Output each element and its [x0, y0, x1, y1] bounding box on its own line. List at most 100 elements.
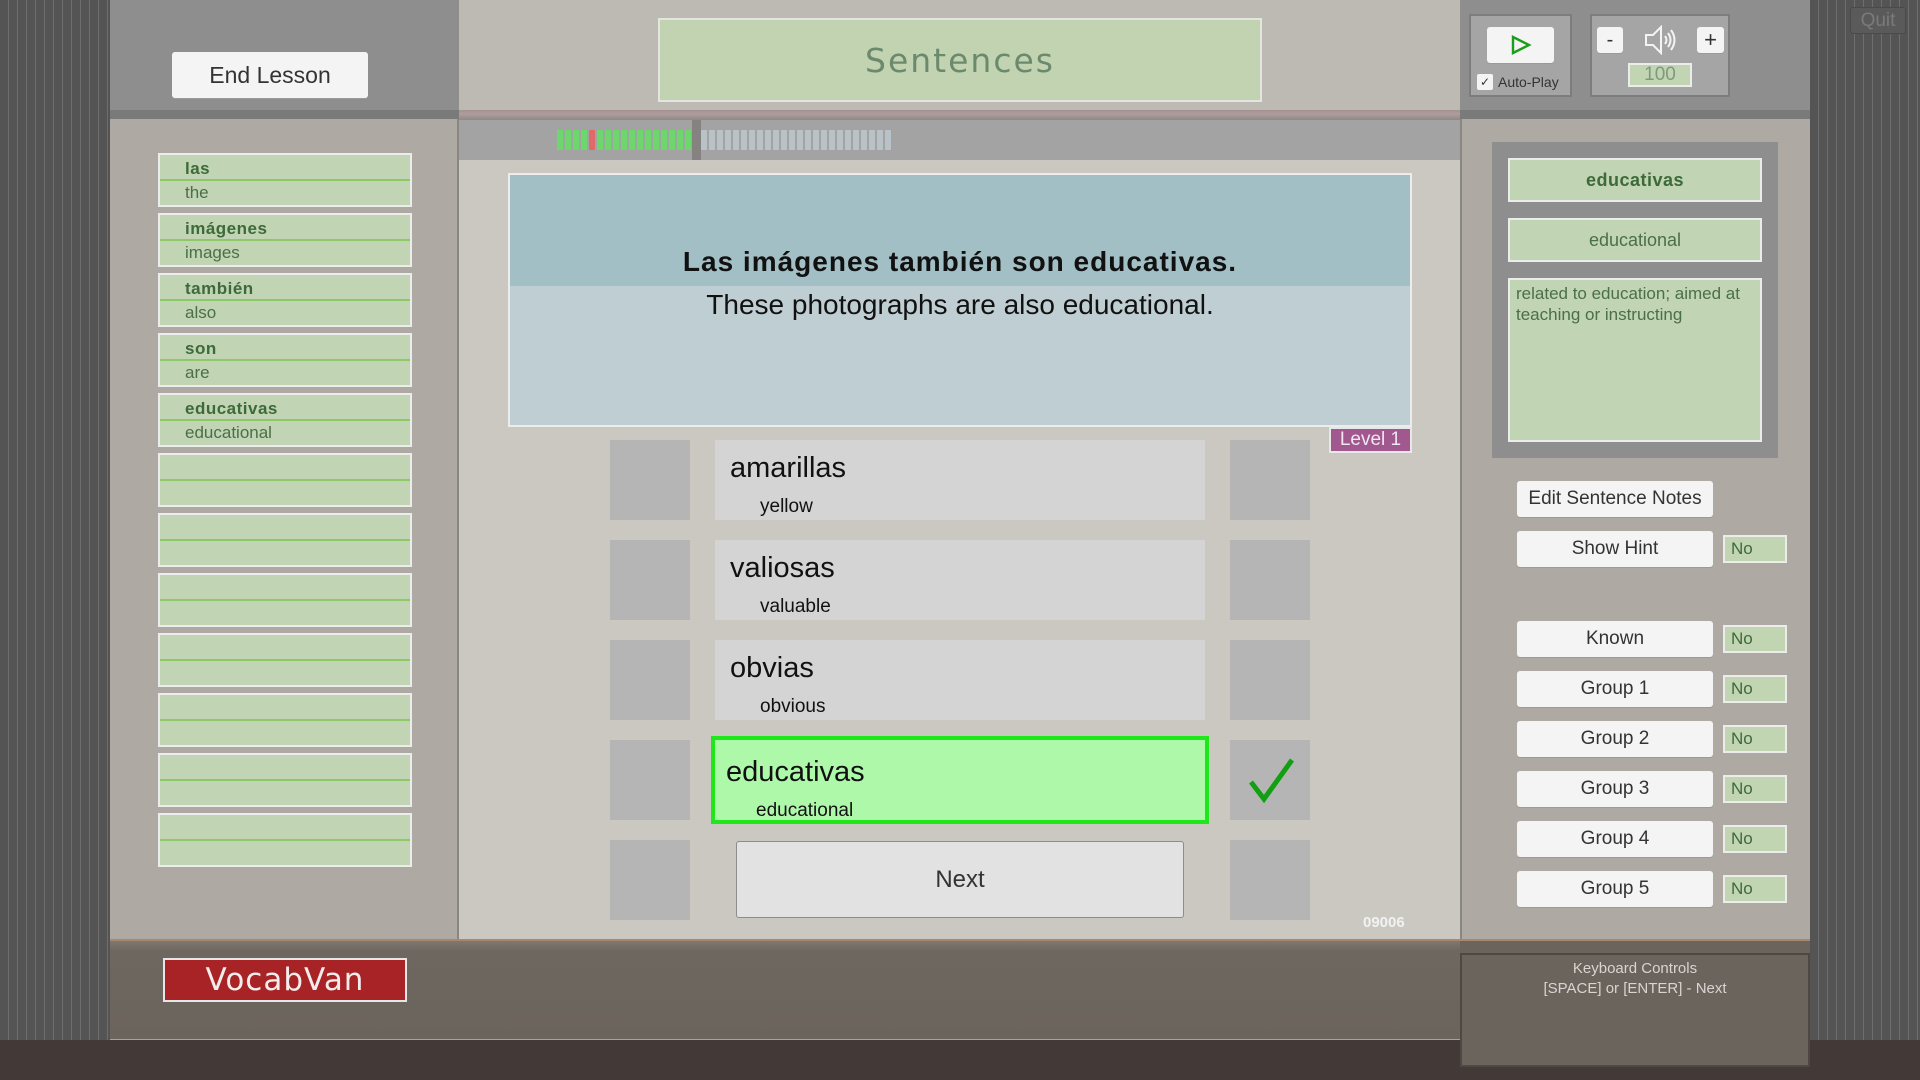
word-list-item[interactable]: son are: [158, 333, 412, 387]
progress-current-marker: [692, 120, 701, 160]
flag-value: No: [1723, 675, 1787, 703]
word-spanish: las: [185, 159, 211, 178]
progress-segment-todo: [885, 130, 891, 150]
answer-option[interactable]: obvias obvious: [715, 640, 1205, 720]
word-divider: [160, 779, 410, 781]
checkmark-icon: ✓: [1479, 75, 1491, 89]
flag-button-group-3[interactable]: Group 3: [1517, 771, 1713, 807]
answer-option[interactable]: valiosas valuable: [715, 540, 1205, 620]
word-list-item[interactable]: imágenes images: [158, 213, 412, 267]
progress-segment-todo: [765, 130, 771, 150]
right-slot-1: [1230, 440, 1310, 520]
word-list-item[interactable]: [158, 453, 412, 507]
progress-segment-done: [645, 130, 651, 150]
left-slot-2: [610, 540, 690, 620]
word-list-item[interactable]: [158, 753, 412, 807]
progress-segment-todo: [733, 130, 739, 150]
word-divider: [160, 299, 410, 301]
progress-segment-done: [557, 130, 563, 150]
word-spanish: son: [185, 339, 217, 358]
word-list-item[interactable]: también also: [158, 273, 412, 327]
progress-segment-done: [621, 130, 627, 150]
progress-segment-todo: [789, 130, 795, 150]
word-list-item[interactable]: las the: [158, 153, 412, 207]
left-header-band: [110, 110, 459, 119]
show-hint-button[interactable]: Show Hint: [1517, 531, 1713, 567]
word-spanish: imágenes: [185, 219, 268, 238]
flag-button-group-1[interactable]: Group 1: [1517, 671, 1713, 707]
autoplay-checkbox[interactable]: ✓: [1477, 74, 1493, 90]
sentence-card: Las imágenes también son educativas. The…: [508, 173, 1412, 427]
sentence-spanish: Las imágenes también son educativas.: [682, 246, 1238, 277]
right-slot-3: [1230, 640, 1310, 720]
flag-value: No: [1723, 775, 1787, 803]
flag-button-group-4[interactable]: Group 4: [1517, 821, 1713, 857]
keyboard-controls-line: [SPACE] or [ENTER] - Next: [1543, 980, 1727, 997]
check-icon: [1249, 758, 1295, 804]
word-list-item[interactable]: [158, 813, 412, 867]
answer-english: yellow: [760, 496, 813, 517]
answer-english: obvious: [760, 696, 826, 717]
mode-title-text: Sentences: [865, 40, 1055, 80]
progress-segment-done: [677, 130, 683, 150]
word-list-item[interactable]: [158, 513, 412, 567]
progress-segment-done: [629, 130, 635, 150]
progress-segment-done: [637, 130, 643, 150]
left-slot-1: [610, 440, 690, 520]
volume-down-button[interactable]: -: [1597, 27, 1623, 53]
answer-spanish: amarillas: [730, 452, 847, 484]
play-icon: [1511, 35, 1532, 55]
word-divider: [160, 839, 410, 841]
edit-sentence-notes-button[interactable]: Edit Sentence Notes: [1517, 481, 1713, 517]
progress-segment-done: [605, 130, 611, 150]
word-divider: [160, 599, 410, 601]
progress-segment-todo: [821, 130, 827, 150]
word-list-item[interactable]: educativas educational: [158, 393, 412, 447]
sentence-id: 09006: [1363, 914, 1405, 931]
word-list-item[interactable]: [158, 633, 412, 687]
word-divider: [160, 239, 410, 241]
left-slot-3: [610, 640, 690, 720]
progress-segment-todo: [853, 130, 859, 150]
word-list-item[interactable]: [158, 693, 412, 747]
progress-segment-todo: [829, 130, 835, 150]
word-divider: [160, 539, 410, 541]
word-divider: [160, 719, 410, 721]
level-badge: Level 1: [1329, 427, 1412, 453]
progress-segment-done: [613, 130, 619, 150]
word-spanish: educativas: [185, 399, 278, 418]
word-divider: [160, 419, 410, 421]
flag-button-group-2[interactable]: Group 2: [1517, 721, 1713, 757]
left-slot-4: [610, 740, 690, 820]
app-logo: VocabVan: [163, 958, 407, 1002]
progress-segment-todo: [757, 130, 763, 150]
word-list-item[interactable]: [158, 573, 412, 627]
end-lesson-button[interactable]: End Lesson: [172, 52, 368, 98]
word-divider: [160, 179, 410, 181]
progress-segment-todo: [717, 130, 723, 150]
progress-segment-todo: [773, 130, 779, 150]
progress-segment-wrong: [589, 130, 595, 150]
progress-segment-done: [581, 130, 587, 150]
progress-segment-done: [669, 130, 675, 150]
next-button[interactable]: Next: [736, 841, 1184, 918]
volume-value: 100: [1628, 63, 1692, 87]
show-hint-value: No: [1723, 535, 1787, 563]
detail-english-word: educational: [1508, 218, 1762, 262]
autoplay-label: Auto-Play: [1498, 74, 1559, 90]
flag-button-known[interactable]: Known: [1517, 621, 1713, 657]
answer-option[interactable]: educativas educational: [711, 736, 1209, 824]
mode-title: Sentences: [658, 18, 1262, 102]
sentence-english: These photographs are also educational.: [706, 289, 1214, 320]
answer-option[interactable]: amarillas yellow: [715, 440, 1205, 520]
answer-english: educational: [756, 800, 854, 821]
word-english: the: [185, 183, 209, 202]
progress-segment-todo: [701, 130, 707, 150]
progress-segment-done: [573, 130, 579, 150]
word-english: educational: [185, 423, 272, 442]
answer-spanish: valiosas: [730, 552, 835, 584]
play-button[interactable]: [1487, 27, 1554, 63]
flag-button-group-5[interactable]: Group 5: [1517, 871, 1713, 907]
quit-button[interactable]: Quit: [1850, 7, 1906, 34]
volume-up-button[interactable]: +: [1697, 27, 1724, 53]
